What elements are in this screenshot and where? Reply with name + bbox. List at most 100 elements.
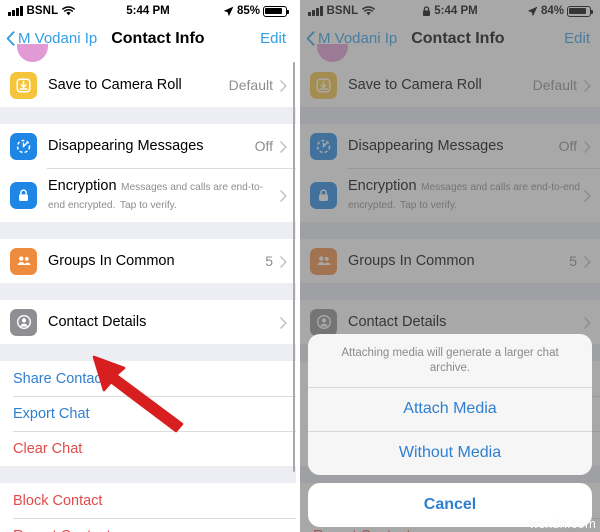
- edit-button[interactable]: Edit: [260, 30, 286, 47]
- person-circle-icon: [10, 308, 37, 336]
- section-gap: [0, 107, 296, 124]
- share-contact-button[interactable]: Share Contact: [0, 361, 296, 396]
- without-media-button[interactable]: Without Media: [308, 431, 592, 475]
- page-title: Contact Info: [111, 29, 205, 47]
- row-text: Encryption Messages and calls are end-to…: [348, 177, 584, 214]
- lock-icon: [310, 181, 337, 209]
- row-title: Disappearing Messages: [348, 137, 504, 154]
- block-contact-button[interactable]: Block Contact: [0, 483, 296, 518]
- row-text: Disappearing Messages: [48, 137, 255, 156]
- row-save-to-camera-roll[interactable]: Save to Camera Roll Default: [0, 63, 296, 107]
- action-sheet-card: Attaching media will generate a larger c…: [308, 334, 592, 475]
- export-chat-button[interactable]: Export Chat: [0, 396, 296, 431]
- row-encryption: Encryption Messages and calls are end-to…: [300, 168, 600, 222]
- status-bar-left-group: BSNL: [8, 5, 76, 17]
- battery-percent-label: 85%: [236, 5, 260, 17]
- status-time: 5:44 PM: [126, 5, 170, 17]
- phone-panel-right: BSNL 5:44 PM 84% M Vodani Ip Contact Inf…: [300, 0, 600, 532]
- people-group-icon: [310, 247, 337, 275]
- row-text: Save to Camera Roll: [348, 76, 533, 95]
- chevron-right-icon: [584, 79, 591, 92]
- edit-button[interactable]: Edit: [564, 30, 590, 47]
- chevron-right-icon: [584, 189, 591, 202]
- settings-group-groups: Groups In Common 5: [300, 239, 600, 283]
- row-encryption[interactable]: Encryption Messages and calls are end-to…: [0, 168, 296, 222]
- people-group-icon: [10, 247, 37, 275]
- scrollbar[interactable]: [292, 62, 295, 472]
- lock-icon: [422, 5, 431, 17]
- timer-icon: [10, 132, 37, 160]
- status-bar-left: BSNL 5:44 PM 85%: [0, 0, 296, 22]
- row-title: Groups In Common: [48, 252, 175, 269]
- wifi-icon: [62, 6, 76, 16]
- row-groups-in-common[interactable]: Groups In Common 5: [0, 239, 296, 283]
- chevron-right-icon: [280, 316, 287, 329]
- row-title: Contact Details: [348, 313, 447, 330]
- status-bar-right-group: 85%: [223, 5, 290, 17]
- phone-panel-left: BSNL 5:44 PM 85% M Vodani Ip Contact Inf…: [0, 0, 296, 532]
- row-title: Disappearing Messages: [48, 137, 204, 154]
- status-bar-right-group: 84%: [527, 5, 594, 17]
- row-value: 5: [265, 253, 273, 269]
- attach-media-button[interactable]: Attach Media: [308, 387, 592, 431]
- row-text: Contact Details: [348, 313, 584, 332]
- watermark: wsxdn.com: [529, 516, 596, 531]
- row-groups-in-common: Groups In Common 5: [300, 239, 600, 283]
- row-title: Encryption: [348, 177, 417, 194]
- battery-icon: [263, 5, 290, 17]
- section-gap: [300, 283, 600, 300]
- wifi-icon: [362, 6, 376, 16]
- avatar: [300, 44, 600, 63]
- row-title: Save to Camera Roll: [348, 76, 482, 93]
- row-text: Encryption Messages and calls are end-to…: [48, 177, 280, 214]
- cellular-bars-icon: [308, 6, 323, 16]
- row-value: Default: [228, 77, 273, 93]
- row-contact-details[interactable]: Contact Details: [0, 300, 296, 344]
- person-circle-icon: [310, 308, 337, 336]
- chevron-left-icon: [306, 31, 315, 46]
- settings-group-camera-roll: Save to Camera Roll Default: [0, 63, 296, 107]
- section-gap: [0, 466, 296, 483]
- row-title: Encryption: [48, 177, 117, 194]
- settings-group-contact-details: Contact Details: [0, 300, 296, 344]
- clear-chat-button[interactable]: Clear Chat: [0, 431, 296, 466]
- row-subtitle-line2: Tap to verify.: [400, 200, 458, 212]
- avatar: [0, 44, 296, 63]
- settings-group-groups: Groups In Common 5: [0, 239, 296, 283]
- row-text: Groups In Common: [348, 252, 569, 271]
- action-sheet-message: Attaching media will generate a larger c…: [341, 347, 559, 375]
- row-disappearing-messages[interactable]: Disappearing Messages Off: [0, 124, 296, 168]
- settings-scroll-area-left[interactable]: Save to Camera Roll Default Disappearing…: [0, 44, 296, 532]
- action-links-group-two: Block Contact Report Contact: [0, 483, 296, 532]
- chevron-right-icon: [584, 316, 591, 329]
- chevron-right-icon: [280, 140, 287, 153]
- settings-group-privacy: Disappearing Messages Off Encryption Mes…: [300, 124, 600, 222]
- cellular-bars-icon: [8, 6, 23, 16]
- row-value: 5: [569, 253, 577, 269]
- status-bar-left-group: BSNL: [308, 5, 376, 17]
- section-gap: [0, 344, 296, 361]
- download-to-tray-icon: [10, 71, 37, 99]
- row-title: Contact Details: [48, 313, 147, 330]
- row-text: Groups In Common: [48, 252, 265, 271]
- report-contact-button[interactable]: Report Contact: [0, 518, 296, 532]
- timer-icon: [310, 132, 337, 160]
- row-save-to-camera-roll: Save to Camera Roll Default: [300, 63, 600, 107]
- row-title: Groups In Common: [348, 252, 475, 269]
- row-disappearing-messages: Disappearing Messages Off: [300, 124, 600, 168]
- carrier-label: BSNL: [26, 5, 59, 17]
- row-title: Save to Camera Roll: [48, 76, 182, 93]
- chevron-right-icon: [280, 189, 287, 202]
- row-value: Off: [558, 138, 577, 154]
- chevron-right-icon: [280, 79, 287, 92]
- chevron-right-icon: [584, 255, 591, 268]
- section-gap: [0, 283, 296, 300]
- battery-icon: [567, 5, 594, 17]
- row-text: Save to Camera Roll: [48, 76, 229, 95]
- screenshot-stage: BSNL 5:44 PM 85% M Vodani Ip Contact Inf…: [0, 0, 600, 532]
- section-gap: [300, 107, 600, 124]
- row-value: Default: [532, 77, 577, 93]
- location-arrow-icon: [223, 6, 234, 17]
- download-to-tray-icon: [310, 71, 337, 99]
- section-gap: [300, 222, 600, 239]
